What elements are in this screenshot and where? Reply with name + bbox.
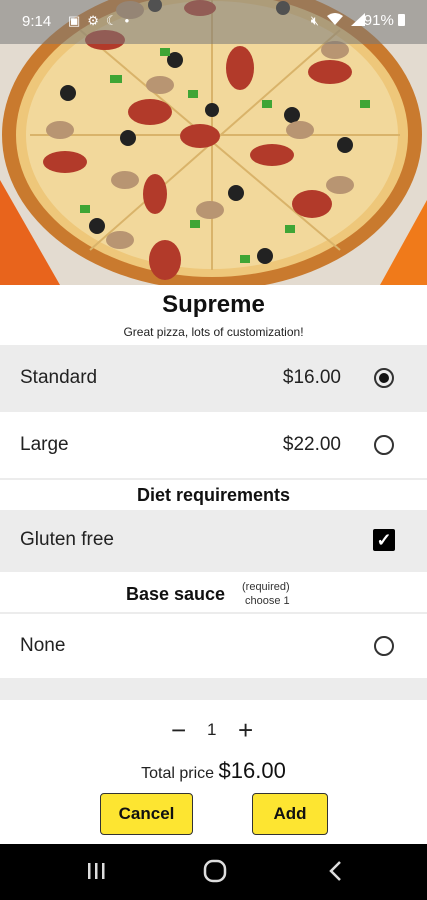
quantity-value: 1 (207, 720, 217, 739)
cancel-button[interactable]: Cancel (100, 793, 193, 835)
status-right-icons: 🔇︎ (311, 13, 365, 29)
home-icon[interactable] (203, 859, 227, 888)
quantity-stepper: − 1 + (0, 717, 427, 743)
product-title: Supreme (162, 291, 265, 318)
diet-header: Diet requirements (0, 480, 427, 510)
total-value: $16.00 (218, 758, 286, 783)
base-sauce-header: Base sauce (required) choose 1 (0, 572, 427, 612)
plus-button[interactable]: + (238, 717, 253, 743)
size-option-large[interactable]: Large $22.00 (0, 412, 427, 478)
size-price: $16.00 (282, 366, 341, 388)
total-price: Total price $16.00 (0, 758, 427, 784)
order-panel: − 1 + Total price $16.00 Cancel Add (0, 700, 427, 844)
battery-icon (398, 14, 405, 26)
wifi-icon (327, 13, 343, 29)
required-note: (required) (242, 581, 290, 593)
radio-unselected[interactable] (374, 435, 394, 455)
mute-icon: 🔇︎ (310, 13, 319, 28)
product-description: Great pizza, lots of customization! (123, 325, 304, 339)
diet-option-gluten-free[interactable]: Gluten free ✓ (0, 510, 427, 570)
minus-button[interactable]: − (171, 717, 186, 743)
base-sauce-title: Base sauce (126, 584, 226, 604)
size-label: Standard (20, 366, 98, 388)
choose-note: choose 1 (245, 595, 290, 607)
radio-unselected[interactable] (374, 636, 394, 656)
battery-label: 91% (363, 12, 394, 29)
size-option-standard[interactable]: Standard $16.00 (0, 345, 427, 410)
dot-icon: • (124, 13, 130, 28)
navigation-bar (0, 844, 427, 900)
back-icon[interactable] (326, 860, 346, 887)
recents-icon[interactable] (86, 861, 106, 886)
gear-icon: ⚙ (87, 13, 99, 28)
size-price: $22.00 (282, 434, 341, 455)
checkbox-checked[interactable]: ✓ (373, 529, 395, 551)
status-bar: 9:14 ▣ ⚙ ☾ • 🔇︎ 91% (0, 0, 427, 44)
size-label: Large (20, 434, 69, 455)
diet-label: Gluten free (20, 529, 114, 550)
radio-selected[interactable] (374, 367, 394, 388)
product-header: Supreme Great pizza, lots of customizati… (0, 285, 427, 345)
sauce-label: None (20, 635, 66, 656)
status-time: 9:14 (22, 13, 52, 30)
sauce-option-none[interactable]: None (0, 614, 427, 678)
total-label: Total price (141, 765, 215, 782)
moon-icon: ☾ (105, 13, 118, 28)
status-left-icons: ▣ ⚙ ☾ • (68, 13, 129, 29)
add-button[interactable]: Add (252, 793, 328, 835)
image-icon: ▣ (68, 13, 81, 28)
battery-percent: 91% (364, 12, 405, 29)
list-bottom-gap (0, 678, 427, 700)
